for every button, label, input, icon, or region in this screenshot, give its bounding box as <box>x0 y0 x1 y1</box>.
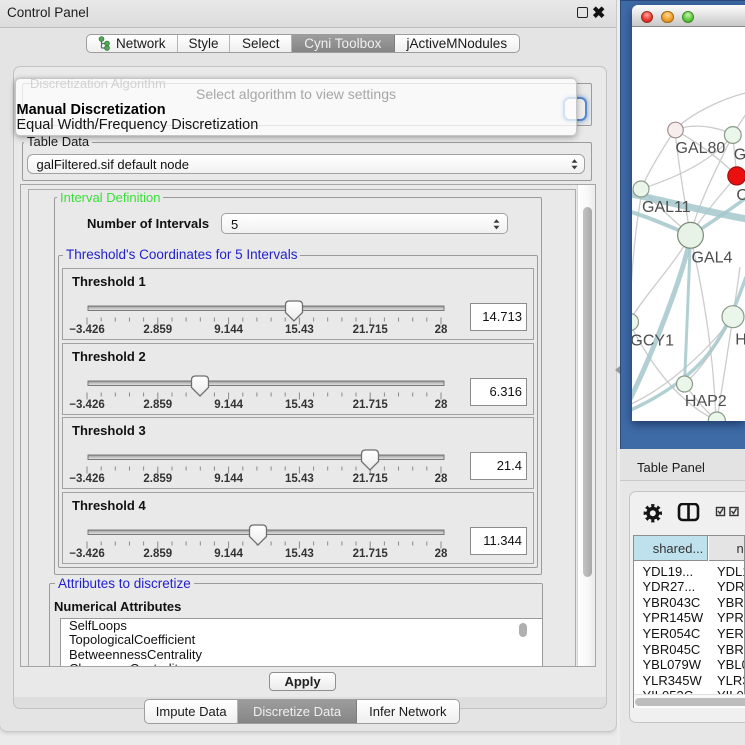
svg-text:9.144: 9.144 <box>214 548 243 560</box>
svg-text:15.43: 15.43 <box>285 473 314 485</box>
svg-text:H: H <box>735 332 745 349</box>
svg-text:15.43: 15.43 <box>285 399 314 411</box>
svg-text:−3.426: −3.426 <box>69 399 105 411</box>
svg-text:GAL80: GAL80 <box>676 140 726 157</box>
svg-text:−3.426: −3.426 <box>69 473 105 485</box>
svg-text:GAL4: GAL4 <box>692 250 733 267</box>
svg-text:21.715: 21.715 <box>353 324 389 336</box>
svg-text:9.144: 9.144 <box>214 324 243 336</box>
svg-text:2.859: 2.859 <box>143 548 172 560</box>
svg-text:28: 28 <box>435 548 448 560</box>
svg-text:28: 28 <box>435 324 448 336</box>
svg-text:−3.426: −3.426 <box>69 324 105 336</box>
svg-text:21.715: 21.715 <box>353 473 389 485</box>
svg-text:2.859: 2.859 <box>143 399 172 411</box>
svg-text:28: 28 <box>435 399 448 411</box>
svg-text:2.859: 2.859 <box>143 324 172 336</box>
svg-text:21.715: 21.715 <box>353 399 389 411</box>
svg-text:15.43: 15.43 <box>285 324 314 336</box>
svg-text:G: G <box>734 147 745 164</box>
svg-text:GCY1: GCY1 <box>632 333 674 350</box>
svg-text:HAP2: HAP2 <box>685 393 727 410</box>
svg-text:28: 28 <box>435 473 448 485</box>
svg-text:21.715: 21.715 <box>353 548 389 560</box>
svg-text:C: C <box>736 187 745 204</box>
svg-text:9.144: 9.144 <box>214 473 243 485</box>
svg-text:2.859: 2.859 <box>143 473 172 485</box>
svg-text:15.43: 15.43 <box>285 548 314 560</box>
svg-text:9.144: 9.144 <box>214 399 243 411</box>
svg-text:GAL11: GAL11 <box>642 199 691 216</box>
svg-text:−3.426: −3.426 <box>69 548 105 560</box>
